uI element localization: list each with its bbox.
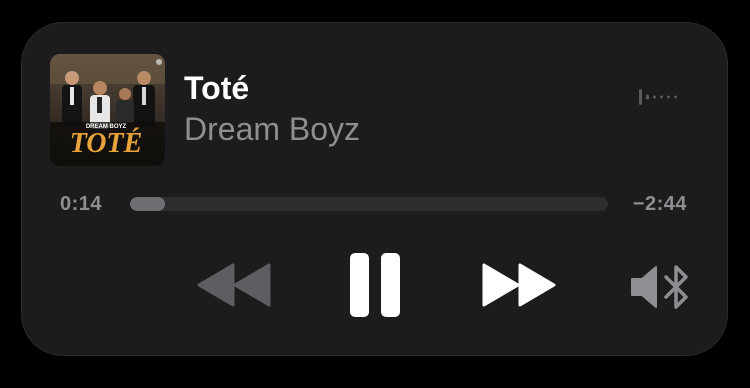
- progress-bar[interactable]: [130, 197, 608, 211]
- pause-button[interactable]: [348, 251, 402, 319]
- track-title: Toté: [184, 70, 250, 106]
- album-artwork[interactable]: DREAM BOYZ TOTÉ: [50, 54, 165, 166]
- remaining-time: −2:44: [632, 193, 687, 215]
- track-artist: Dream Boyz: [184, 111, 361, 147]
- fast-forward-icon: [482, 263, 556, 307]
- rewind-icon: [197, 263, 271, 307]
- audio-output-button[interactable]: [628, 263, 692, 311]
- artwork-title-text: TOTÉ: [70, 128, 143, 159]
- now-playing-widget: DREAM BOYZ TOTÉ Toté Dream Boyz 0:14 −2:…: [21, 22, 728, 356]
- pause-icon: [350, 253, 400, 317]
- album-artwork-image: DREAM BOYZ TOTÉ: [50, 54, 165, 166]
- progress-fill: [130, 197, 166, 211]
- elapsed-time: 0:14: [60, 193, 103, 215]
- fast-forward-button[interactable]: [482, 261, 556, 309]
- waveform-icon: [639, 86, 683, 108]
- speaker-bluetooth-icon: [631, 265, 688, 309]
- rewind-button[interactable]: [197, 261, 271, 309]
